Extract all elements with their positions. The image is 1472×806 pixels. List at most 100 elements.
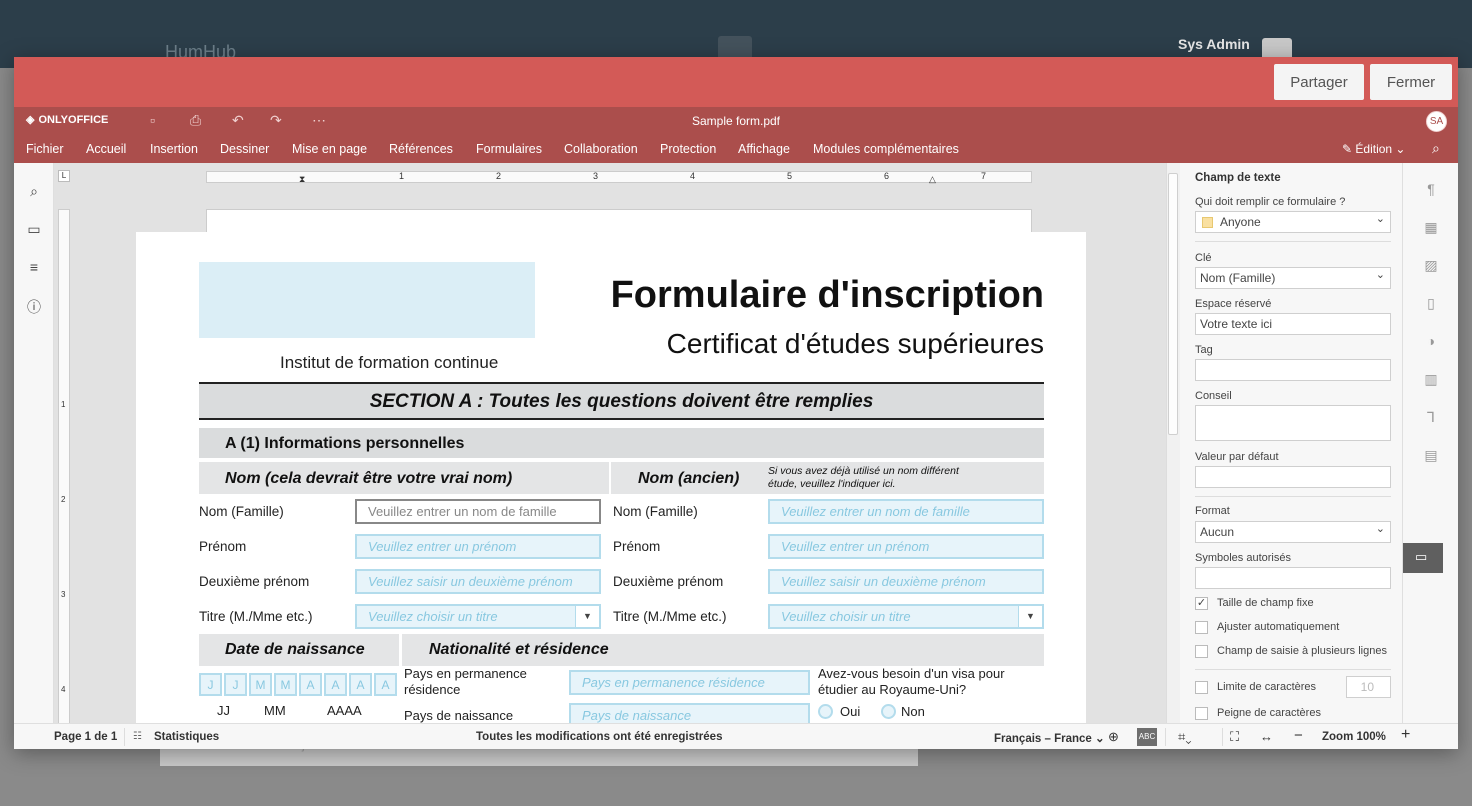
dob-month-1[interactable]: M [249,673,272,696]
dob-year-4[interactable]: A [374,673,397,696]
page-indicator[interactable]: Page 1 de 1 [54,731,117,743]
share-button[interactable]: Partager [1274,64,1364,100]
tab-stop-selector[interactable]: L [58,170,70,182]
indent-marker[interactable]: ⧗ [299,174,305,185]
default-value-input[interactable] [1195,466,1391,488]
tab-protection[interactable]: Protection [660,142,716,156]
dob-month-2[interactable]: M [274,673,297,696]
close-button[interactable]: Fermer [1370,64,1452,100]
zoom-level[interactable]: Zoom 100% [1322,731,1386,743]
table-icon[interactable]: ▦ [1420,219,1442,241]
tab-insert[interactable]: Insertion [150,142,198,156]
ruler-number: 1 [399,171,405,181]
birth-country-label: Pays de naissance [404,708,514,723]
dob-header: Date de naissance [225,641,365,658]
globe-icon[interactable]: ⊕ [1108,729,1119,745]
tag-input[interactable] [1195,359,1391,381]
tab-layout[interactable]: Mise en page [292,142,367,156]
form-settings-tab[interactable]: ▭ [1403,543,1443,573]
search-icon[interactable]: ⌕ [1432,140,1440,157]
document-canvas[interactable]: L 1 2 3 4 5 6 7 ⧗ △ 1 2 3 4 Institut de … [54,163,1166,723]
tab-home[interactable]: Accueil [86,142,126,156]
tab-references[interactable]: Références [389,142,453,156]
former-middle-name-label: Deuxième prénom [613,574,724,589]
key-select[interactable]: Nom (Famille) [1195,267,1391,289]
format-select[interactable]: Aucun [1195,521,1391,543]
middle-name-input[interactable]: Veuillez saisir un deuxième prénom [355,569,601,594]
dob-year-1[interactable]: A [299,673,322,696]
form-subtitle: Certificat d'études supérieures [666,328,1044,359]
residence-input[interactable]: Pays en permanence résidence [569,670,810,695]
horizontal-ruler[interactable]: 1 2 3 4 5 6 7 ⧗ △ [206,171,1032,185]
char-limit-spinner[interactable]: 10 [1346,676,1391,698]
chevron-down-icon[interactable]: ▼ [1018,606,1042,627]
scrollbar-thumb[interactable] [1168,173,1178,435]
last-name-input[interactable]: Veuillez entrer un nom de famille [355,499,601,524]
header-footer-icon[interactable]: ▯ [1420,295,1442,317]
tab-file[interactable]: Fichier [26,142,64,156]
dob-year-3[interactable]: A [349,673,372,696]
spellcheck-icon[interactable]: ABC [1137,728,1157,746]
dob-year-2[interactable]: A [324,673,347,696]
right-indent-marker[interactable]: △ [929,174,936,185]
former-first-name-input[interactable]: Veuillez entrer un prénom [768,534,1044,559]
first-name-label: Prénom [199,539,247,554]
autofit-checkbox[interactable] [1195,621,1208,634]
search-icon[interactable]: ⌕ [24,183,44,203]
who-fills-select[interactable]: Anyone [1195,211,1391,233]
first-name-input[interactable]: Veuillez entrer un prénom [355,534,601,559]
user-avatar[interactable]: SA [1426,111,1447,132]
shape-icon[interactable]: ◑ [1420,333,1442,355]
humhub-user-name[interactable]: Sys Admin [1178,36,1250,52]
language-select[interactable]: Français – France ⌄ [994,731,1105,745]
ruler-number: 4 [690,171,696,181]
ruler-number: 1 [61,400,66,409]
char-limit-checkbox[interactable] [1195,681,1208,694]
chart-icon[interactable]: ▥ [1420,371,1442,393]
visa-no-radio[interactable] [881,704,896,719]
birth-country-input[interactable]: Pays de naissance [569,703,810,723]
former-name-note: Si vous avez déjà utilisé un nom différe… [768,465,959,490]
tip-textarea[interactable] [1195,405,1391,441]
fixed-size-checkbox[interactable]: ✓ [1195,597,1208,610]
former-middle-name-input[interactable]: Veuillez saisir un deuxième prénom [768,569,1044,594]
tab-plugins[interactable]: Modules complémentaires [813,142,959,156]
ruler-number: 3 [61,590,66,599]
signature-icon[interactable]: ▤ [1420,447,1442,469]
comb-checkbox[interactable] [1195,707,1208,720]
tab-view[interactable]: Affichage [738,142,790,156]
comments-icon[interactable]: ▭ [24,221,44,241]
navigation-icon[interactable]: ≡ [24,259,44,279]
former-last-name-input[interactable]: Veuillez entrer un nom de famille [768,499,1044,524]
edit-mode-button[interactable]: ✎ Édition ⌄ [1342,142,1405,156]
former-title-select[interactable]: Veuillez choisir un titre ▼ [768,604,1044,629]
chevron-down-icon[interactable]: ▼ [575,606,599,627]
fit-page-icon[interactable]: ⛶ [1230,729,1239,745]
info-icon[interactable]: ⓘ [24,297,44,317]
dob-day-1[interactable]: J [199,673,222,696]
form-settings-panel: Champ de texte Qui doit remplir ce formu… [1180,163,1402,723]
statistics-icon: ☷ [133,731,142,742]
multiline-checkbox[interactable] [1195,645,1208,658]
logo-placeholder[interactable] [199,262,535,338]
tip-label: Conseil [1195,390,1232,402]
paragraph-icon[interactable]: ¶ [1420,181,1442,203]
former-first-name-label: Prénom [613,539,661,554]
statistics-button[interactable]: Statistiques [154,731,219,743]
dob-mm-legend: MM [264,703,286,718]
vertical-ruler[interactable]: 1 2 3 4 [58,209,70,723]
dob-day-2[interactable]: J [224,673,247,696]
fit-width-icon[interactable]: ↔ [1260,729,1273,744]
text-art-icon[interactable]: Ꞁ [1420,409,1442,431]
zoom-out-icon[interactable]: − [1294,727,1303,744]
track-changes-icon[interactable]: ⌗⌄ [1178,729,1191,745]
allowed-symbols-input[interactable] [1195,567,1391,589]
visa-yes-radio[interactable] [818,704,833,719]
title-select[interactable]: Veuillez choisir un titre ▼ [355,604,601,629]
tab-collaboration[interactable]: Collaboration [564,142,638,156]
zoom-in-icon[interactable]: + [1401,726,1410,744]
tab-forms[interactable]: Formulaires [476,142,542,156]
placeholder-input[interactable]: Votre texte ici [1195,313,1391,335]
tab-draw[interactable]: Dessiner [220,142,269,156]
image-icon[interactable]: ▨ [1420,257,1442,279]
